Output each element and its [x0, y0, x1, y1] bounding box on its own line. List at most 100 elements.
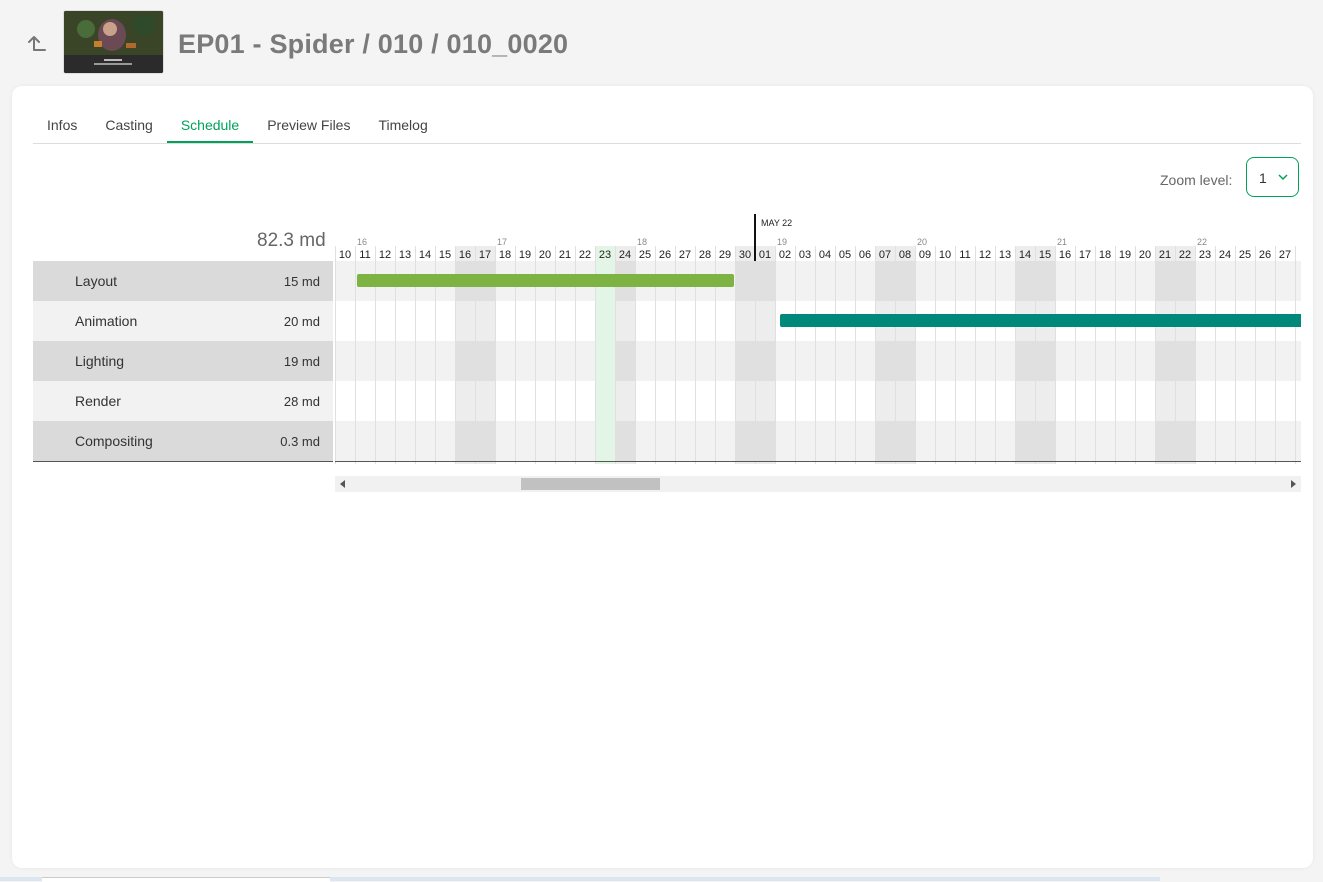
day-label: 24 [619, 249, 631, 261]
weekend-column [735, 246, 755, 464]
day-label: 16 [459, 249, 471, 261]
day-label: 20 [539, 249, 551, 261]
day-label: 21 [1159, 249, 1171, 261]
day-label: 08 [899, 249, 911, 261]
weekend-column [1175, 246, 1195, 464]
week-label: 17 [497, 237, 507, 247]
day-label: 29 [719, 249, 731, 261]
content-card: Infos Casting Schedule Preview Files Tim… [12, 86, 1313, 868]
task-row-compositing[interactable]: Compositing 0.3 md [33, 421, 333, 461]
tab-bar: Infos Casting Schedule Preview Files Tim… [33, 108, 1301, 144]
page-title: EP01 - Spider / 010 / 010_0020 [178, 29, 569, 59]
day-label: 26 [1259, 249, 1271, 261]
back-arrow-icon [28, 36, 46, 51]
week-label: 18 [637, 237, 647, 247]
day-label: 06 [859, 249, 871, 261]
day-label: 23 [599, 249, 611, 261]
day-label: 23 [1199, 249, 1211, 261]
task-name: Animation [75, 313, 138, 329]
task-row-animation[interactable]: Animation 20 md [33, 301, 333, 341]
chevron-down-icon [1278, 174, 1288, 181]
day-label: 20 [1139, 249, 1151, 261]
day-label: 25 [639, 249, 651, 261]
gantt-timeline: 10 11 12 13 14 15 16 17 18 19 20 21 22 23 24 25 26 27 28 29… [335, 214, 1301, 464]
scrollbar-thumb[interactable] [521, 478, 660, 490]
day-label: 25 [1239, 249, 1251, 261]
tab-casting[interactable]: Casting [91, 108, 166, 142]
day-label: 22 [579, 249, 591, 261]
gantt-chart: 10 11 12 13 14 15 16 17 18 19 20 21 22 23 24 25 26 27 28 29… [335, 214, 1301, 464]
day-label: 17 [479, 249, 491, 261]
task-duration: 19 md [283, 354, 320, 369]
week-label: 21 [1057, 237, 1067, 247]
day-label: 28 [699, 249, 711, 261]
task-name: Render [75, 393, 121, 409]
task-duration: 28 md [283, 394, 320, 409]
timeline-scrollbar[interactable] [335, 476, 1301, 492]
day-label: 07 [879, 249, 891, 261]
day-label: 15 [1039, 249, 1051, 261]
weekend-column [1155, 246, 1175, 464]
day-label: 24 [1219, 249, 1231, 261]
tab-schedule[interactable]: Schedule [166, 108, 254, 143]
day-label: 15 [439, 249, 451, 261]
day-label: 18 [1099, 249, 1111, 261]
day-label: 10 [339, 249, 351, 261]
weekend-column [1035, 246, 1055, 464]
tab-infos[interactable]: Infos [33, 108, 91, 142]
day-label: 02 [779, 249, 791, 261]
day-label: 18 [499, 249, 511, 261]
day-label: 11 [359, 249, 370, 261]
scroll-right-arrow-icon[interactable] [1291, 480, 1296, 488]
shot-thumbnail[interactable] [63, 10, 164, 74]
day-label: 12 [379, 249, 391, 261]
day-label: 04 [819, 249, 831, 261]
bottom-strip [0, 877, 1160, 882]
zoom-level-value: 1 [1259, 170, 1267, 186]
day-label: 27 [1279, 249, 1291, 261]
task-name: Compositing [75, 433, 153, 449]
task-list: Layout 15 md Animation 20 md Lighting 19… [33, 261, 333, 462]
day-label: 13 [399, 249, 411, 261]
task-bar [780, 314, 1301, 327]
day-label: 19 [519, 249, 531, 261]
week-label: 20 [917, 237, 927, 247]
tab-preview-files[interactable]: Preview Files [253, 108, 364, 142]
day-label: 27 [679, 249, 691, 261]
day-label: 17 [1079, 249, 1091, 261]
day-label: 11 [959, 249, 970, 261]
task-name: Layout [75, 273, 118, 289]
day-label: 01 [759, 249, 771, 261]
bottom-tab-hint [42, 877, 330, 882]
total-estimation: 82.3 md [257, 230, 326, 251]
day-label: 12 [979, 249, 991, 261]
month-label: MAY 22 [761, 218, 792, 228]
task-row-lighting[interactable]: Lighting 19 md [33, 341, 333, 381]
day-label: 21 [559, 249, 571, 261]
task-bar [357, 274, 734, 287]
zoom-level-label: Zoom level: [1160, 172, 1233, 188]
day-label: 14 [1019, 249, 1031, 261]
day-label: 14 [419, 249, 431, 261]
week-label: 19 [777, 237, 787, 247]
task-duration: 20 md [283, 314, 320, 329]
day-label: 19 [1119, 249, 1131, 261]
thumbnail-image [64, 11, 163, 73]
task-row-render[interactable]: Render 28 md [33, 381, 333, 421]
weekend-column [1015, 246, 1035, 464]
zoom-level-select[interactable]: 1 [1246, 157, 1299, 197]
back-button[interactable] [24, 32, 50, 58]
scroll-left-arrow-icon[interactable] [340, 480, 345, 488]
task-duration: 0.3 md [280, 434, 320, 449]
day-label: 09 [919, 249, 931, 261]
task-name: Lighting [75, 353, 125, 369]
weekend-column [875, 246, 895, 464]
week-label: 22 [1197, 237, 1207, 247]
week-label: 16 [357, 237, 367, 247]
day-label: 22 [1179, 249, 1191, 261]
task-duration: 15 md [283, 274, 320, 289]
weekend-column [755, 246, 775, 464]
tab-timelog[interactable]: Timelog [364, 108, 441, 142]
day-label: 16 [1059, 249, 1071, 261]
task-row-layout[interactable]: Layout 15 md [33, 261, 333, 301]
